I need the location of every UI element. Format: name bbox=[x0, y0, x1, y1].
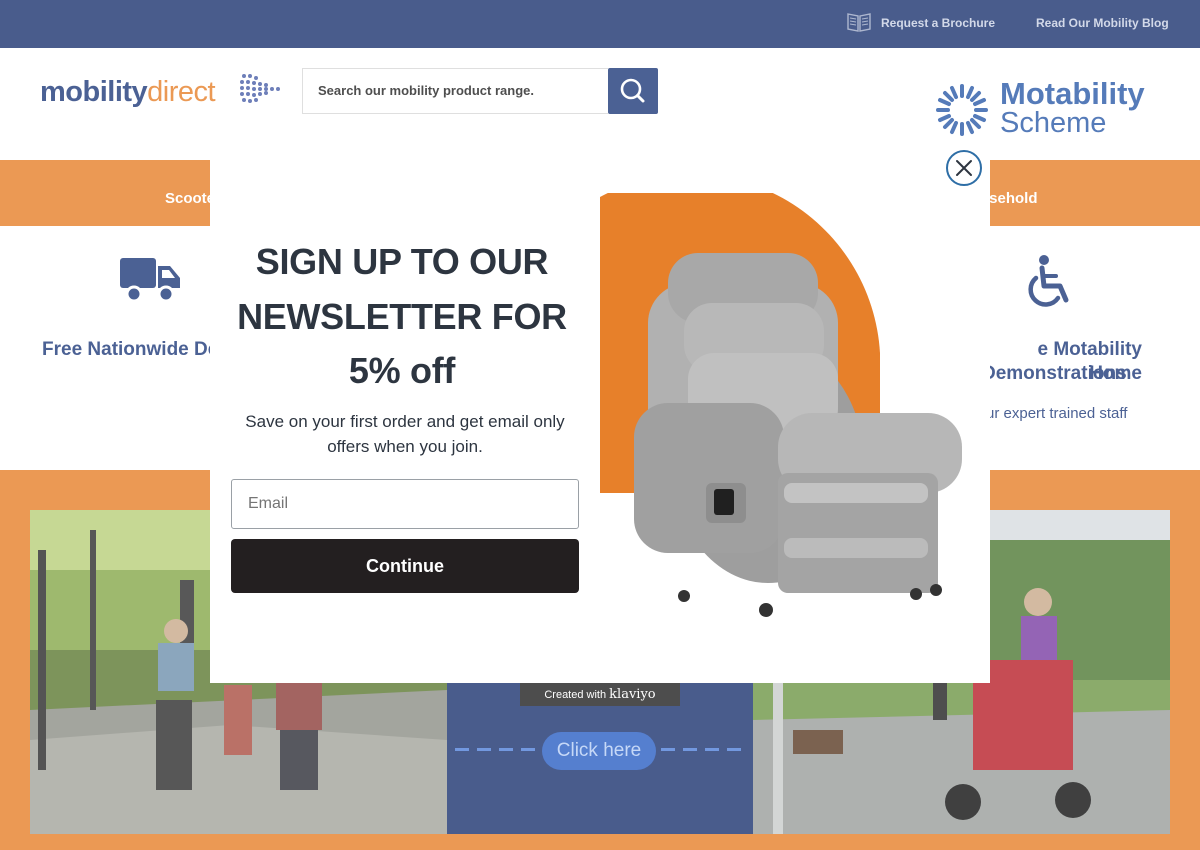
close-button[interactable] bbox=[946, 150, 982, 186]
klaviyo-brand: klaviyo bbox=[609, 687, 656, 702]
modal-headline-line1: SIGN UP TO OUR bbox=[255, 241, 549, 282]
modal-headline-discount: 5% off bbox=[348, 350, 456, 391]
email-input[interactable] bbox=[231, 479, 579, 529]
continue-button[interactable]: Continue bbox=[231, 539, 579, 593]
modal-headline-line2: NEWSLETTER FOR bbox=[237, 296, 567, 337]
newsletter-modal: SIGN UP TO OUR NEWSLETTER FOR 5% off Sav… bbox=[210, 143, 990, 683]
created-with-badge[interactable]: Created with klaviyo bbox=[520, 683, 680, 706]
created-with-label: Created with bbox=[544, 689, 607, 701]
recliner-chair-image bbox=[600, 193, 962, 617]
close-icon bbox=[956, 160, 972, 176]
modal-body-text: Save on your first order and get email o… bbox=[245, 412, 565, 456]
